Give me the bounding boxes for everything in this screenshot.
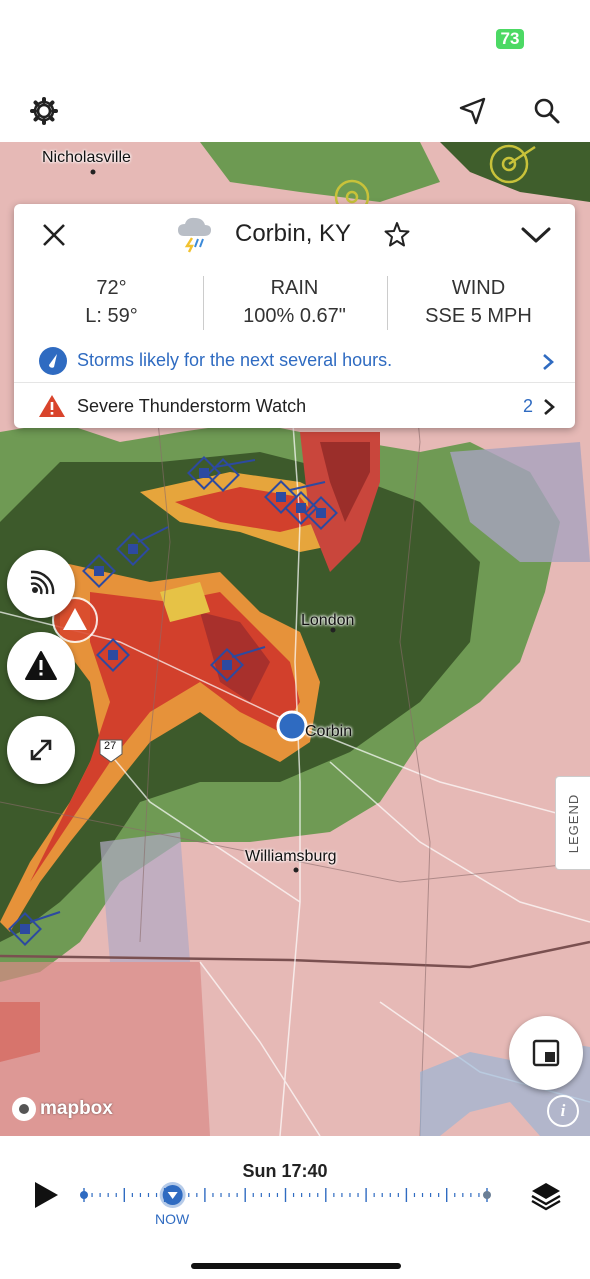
weather-stats: 72° L: 59° RAIN 100% 0.67" WIND SSE 5 MP… [14,274,575,334]
status-bar: 73 [0,0,590,80]
alert-title: Severe Thunderstorm Watch [77,396,307,416]
expand-arrows-icon [30,739,52,761]
play-icon[interactable] [32,1180,60,1210]
map-label-corbin: Corbin [305,723,353,740]
rain-label: RAIN [270,277,319,299]
timeline-bar: Sun 17:40 NOW [0,1136,590,1279]
chevron-down-icon[interactable] [520,224,552,246]
alert-row[interactable]: Severe Thunderstorm Watch 2 [14,382,575,429]
home-indicator [191,1263,401,1269]
info-icon[interactable]: i [547,1095,579,1127]
chevron-right-icon [543,398,555,416]
picture-in-picture-icon [532,1039,560,1067]
search-icon[interactable] [530,94,564,128]
picture-in-picture-button[interactable] [509,1016,583,1090]
current-temp: 72° [96,277,127,299]
alerts-button[interactable] [7,632,75,700]
raindrop-icon [39,347,67,375]
radar-toggle-button[interactable] [7,550,75,618]
location-weather-card: Corbin, KY 72° L: 59° RAIN 100% 0.67" WI… [14,204,575,428]
battery-indicator: 73 [496,29,524,49]
location-title: Corbin, KY [235,220,352,247]
timeline-end-dot [483,1191,491,1199]
forecast-row[interactable]: Storms likely for the next several hours… [14,338,575,384]
rain-stat: RAIN 100% 0.67" [201,274,388,330]
alert-triangle-icon [38,394,66,418]
wind-label: WIND [451,277,506,299]
legend-tab[interactable]: LEGEND [555,776,590,870]
favorite-star-icon[interactable] [384,221,410,247]
top-toolbar [0,80,590,142]
card-header: Corbin, KY [14,204,575,264]
legend-label: LEGEND [566,793,581,853]
timeline-time: Sun 17:40 [242,1161,328,1181]
map-label-williamsburg: Williamsburg [245,848,337,865]
wind-value: SSE 5 MPH [425,305,532,327]
thunderstorm-icon [174,214,214,254]
location-arrow-icon[interactable] [456,94,490,128]
route-shield-label: 27 [104,740,117,752]
forecast-text: Storms likely for the next several hours… [77,350,393,370]
alert-count: 2 [523,396,534,416]
mapbox-attribution[interactable]: mapbox [12,1097,113,1121]
wind-stat: WIND SSE 5 MPH [385,274,572,330]
timeline-start-dot [80,1191,88,1199]
map-label-nicholasville: Nicholasville [42,149,131,166]
chevron-right-icon [542,353,554,371]
gear-icon[interactable] [27,94,61,128]
low-temp: L: 59° [85,305,138,327]
temperature-stat: 72° L: 59° [18,274,205,330]
timeline-scrubber[interactable] [76,1180,496,1210]
rain-value: 100% 0.67" [243,305,346,327]
mapbox-text: mapbox [40,1098,113,1119]
map-label-london: London [301,612,355,629]
expand-map-button[interactable] [7,716,75,784]
radar-waves-icon [30,570,55,595]
warning-triangle-icon [25,651,57,680]
now-label: NOW [155,1211,190,1227]
mapbox-logo-icon [12,1097,36,1121]
layers-icon[interactable] [529,1180,563,1212]
close-icon[interactable] [41,222,67,248]
